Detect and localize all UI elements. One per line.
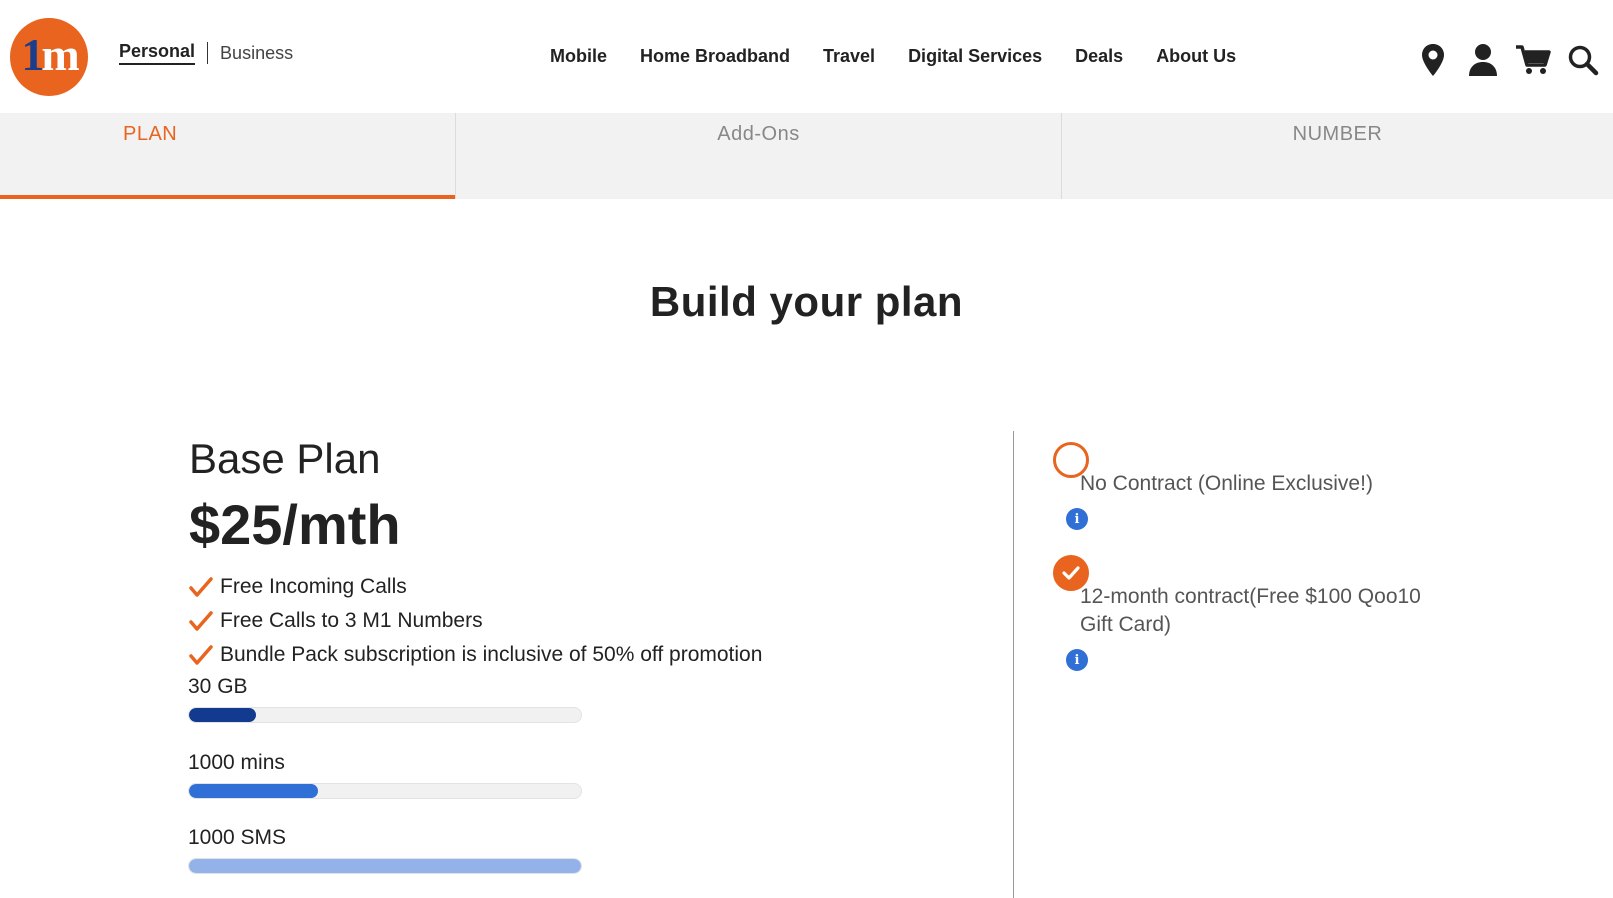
sms-allowance-label: 1000 SMS	[188, 826, 287, 849]
info-icon[interactable]: i	[1066, 649, 1088, 671]
voice-allowance-label: 1000 mins	[188, 751, 285, 774]
feature-item: Free Calls to 3 M1 Numbers	[188, 604, 762, 638]
nav-travel[interactable]: Travel	[823, 46, 875, 67]
checkout-steps: PLAN Add-Ons NUMBER	[0, 113, 1613, 199]
nav-deals[interactable]: Deals	[1075, 46, 1123, 67]
plan-price: $25/mth	[189, 493, 401, 556]
voice-allowance-track	[188, 783, 582, 799]
data-allowance-fill	[189, 708, 256, 722]
sms-allowance-meter: 1000 SMS	[188, 826, 582, 874]
sms-allowance-fill	[189, 859, 581, 873]
segment-divider	[207, 42, 209, 64]
nav-digital-services[interactable]: Digital Services	[908, 46, 1042, 67]
main-nav: Mobile Home Broadband Travel Digital Ser…	[550, 46, 1269, 67]
contract-option-no-contract[interactable]: No Contract (Online Exclusive!) i	[1053, 442, 1440, 530]
plan-name: Base Plan	[189, 435, 381, 482]
checkmark-icon	[189, 577, 213, 597]
header-icons	[1415, 42, 1601, 78]
tab-add-ons[interactable]: Add-Ons	[455, 113, 1061, 199]
nav-about-us[interactable]: About Us	[1156, 46, 1236, 67]
feature-item: Bundle Pack subscription is inclusive of…	[188, 638, 762, 672]
m1-logo[interactable]: 1m	[10, 18, 88, 96]
feature-label: Bundle Pack subscription is inclusive of…	[220, 643, 763, 666]
feature-label: Free Calls to 3 M1 Numbers	[220, 609, 483, 632]
nav-mobile[interactable]: Mobile	[550, 46, 607, 67]
tab-number[interactable]: NUMBER	[1061, 113, 1613, 199]
feature-label: Free Incoming Calls	[220, 575, 407, 598]
data-allowance-track	[188, 707, 582, 723]
plan-features: Free Incoming Calls Free Calls to 3 M1 N…	[188, 570, 762, 672]
search-icon[interactable]	[1565, 42, 1601, 78]
checkmark-icon	[189, 645, 213, 665]
contract-option-12-month[interactable]: 12-month contract(Free $100 Qoo10 Gift C…	[1053, 555, 1440, 671]
option-label: No Contract (Online Exclusive!)	[1080, 472, 1373, 495]
site-header: 1m Personal Business Mobile Home Broadba…	[0, 0, 1613, 113]
segment-personal-link[interactable]: Personal	[119, 41, 196, 65]
feature-item: Free Incoming Calls	[188, 570, 762, 604]
checkmark-icon	[1062, 566, 1080, 580]
segment-switch: Personal Business	[119, 41, 293, 65]
nav-home-broadband[interactable]: Home Broadband	[640, 46, 790, 67]
cart-icon[interactable]	[1515, 42, 1551, 78]
data-allowance-meter: 30 GB	[188, 675, 582, 723]
logo-text: 1m	[21, 29, 79, 80]
option-label: 12-month contract(Free $100 Qoo10 Gift C…	[1080, 585, 1421, 636]
voice-allowance-fill	[189, 784, 319, 798]
tab-plan[interactable]: PLAN	[0, 113, 455, 199]
user-icon[interactable]	[1465, 42, 1501, 78]
location-pin-icon[interactable]	[1415, 42, 1451, 78]
segment-business-link[interactable]: Business	[220, 43, 293, 64]
data-allowance-label: 30 GB	[188, 675, 248, 698]
section-divider	[1013, 431, 1014, 898]
page-title: Build your plan	[649, 278, 964, 325]
voice-allowance-meter: 1000 mins	[188, 751, 582, 799]
checkmark-icon	[189, 611, 213, 631]
info-icon[interactable]: i	[1066, 508, 1088, 530]
sms-allowance-track	[188, 858, 582, 874]
